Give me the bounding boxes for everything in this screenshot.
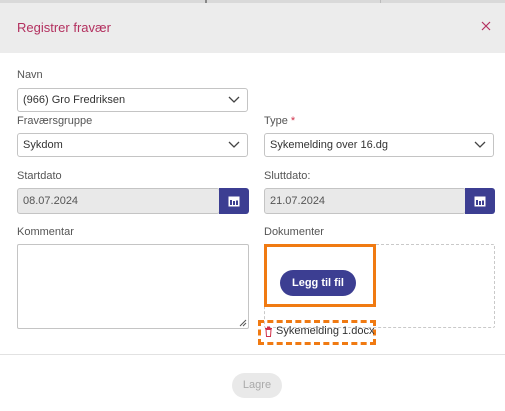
absence-group-select[interactable]: Sykdom — [17, 133, 248, 157]
modal-title: Registrer fravær — [17, 20, 111, 35]
end-date-label: Sluttdato: — [264, 170, 311, 182]
name-select[interactable]: (966) Gro Fredriksen — [17, 88, 248, 112]
calendar-icon — [228, 196, 240, 207]
end-date-value: 21.07.2024 — [270, 195, 326, 207]
start-date-value: 08.07.2024 — [23, 195, 79, 207]
resize-grip-icon[interactable] — [238, 318, 247, 327]
type-select[interactable]: Sykemelding over 16.dg — [264, 133, 494, 157]
end-date-input[interactable]: 21.07.2024 — [264, 188, 466, 214]
chevron-down-icon — [228, 96, 240, 103]
close-icon — [481, 21, 491, 31]
footer-divider — [0, 354, 505, 355]
type-label-text: Type — [264, 115, 288, 127]
save-button[interactable]: Lagre — [232, 373, 282, 398]
type-label: Type * — [264, 115, 295, 127]
documents-label: Dokumenter — [264, 226, 324, 238]
add-file-button[interactable]: Legg til fil — [280, 270, 356, 296]
name-select-value: (966) Gro Fredriksen — [23, 94, 126, 106]
required-marker: * — [290, 115, 296, 127]
trash-icon[interactable] — [264, 326, 273, 337]
type-select-value: Sykemelding over 16.dg — [270, 139, 389, 151]
chevron-down-icon — [228, 141, 240, 148]
absence-group-value: Sykdom — [23, 139, 63, 151]
close-button[interactable] — [478, 18, 494, 34]
start-date-input[interactable]: 08.07.2024 — [17, 188, 220, 214]
file-name[interactable]: Sykemelding 1.docx — [276, 325, 374, 337]
start-date-calendar-button[interactable] — [219, 188, 249, 214]
start-date-label: Startdato — [17, 170, 62, 182]
calendar-icon — [474, 196, 486, 207]
comment-textarea[interactable] — [17, 244, 249, 329]
absence-group-label: Fraværsgruppe — [17, 115, 93, 127]
name-label: Navn — [17, 69, 43, 81]
modal-header: Registrer fravær — [0, 3, 505, 53]
chevron-down-icon — [474, 141, 486, 148]
end-date-calendar-button[interactable] — [465, 188, 495, 214]
comment-label: Kommentar — [17, 226, 74, 238]
